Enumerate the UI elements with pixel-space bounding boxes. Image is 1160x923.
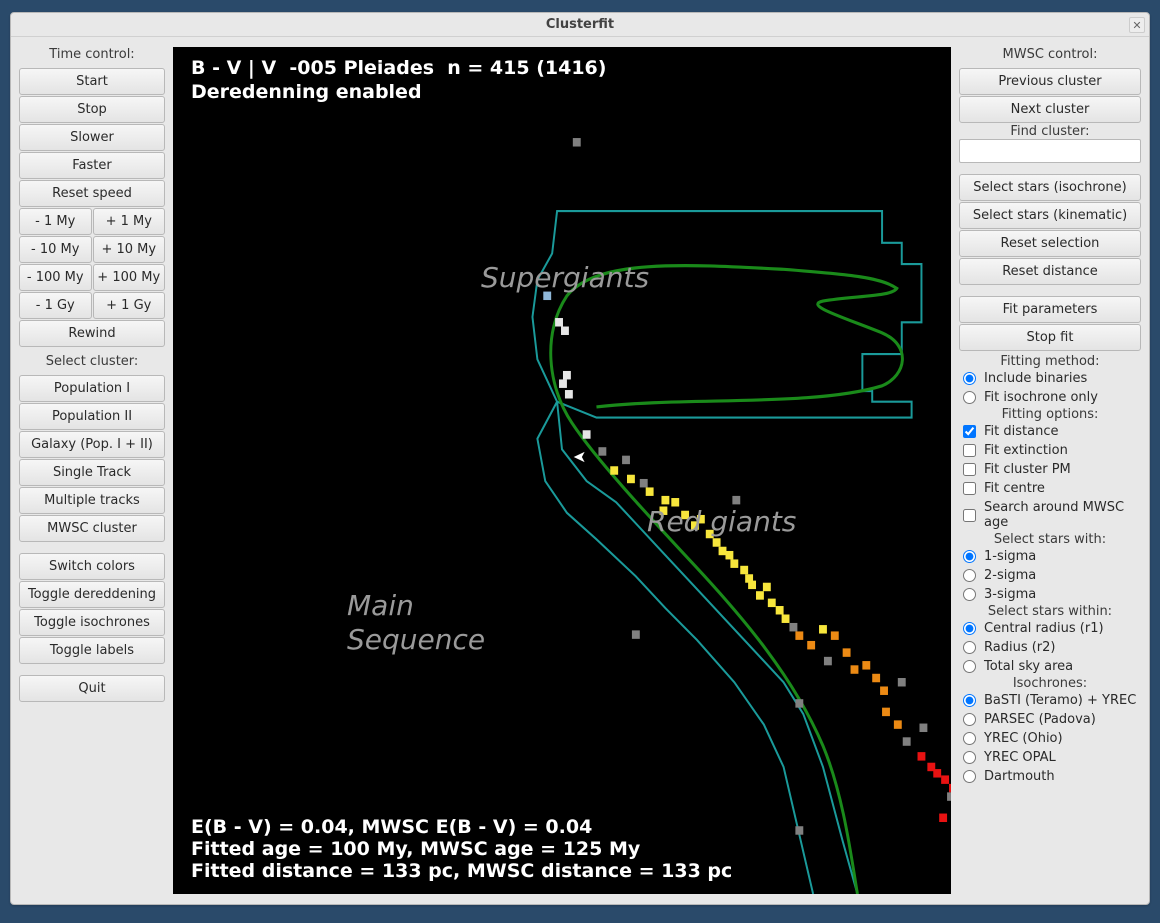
time-control-heading: Time control: — [15, 41, 169, 68]
plus-1my-button[interactable]: + 1 My — [93, 208, 166, 235]
plus-1gy-button[interactable]: + 1 Gy — [93, 292, 166, 319]
plot-footer-line3: Fitted distance = 133 pc, MWSC distance … — [191, 860, 732, 882]
single-track-button[interactable]: Single Track — [19, 459, 165, 486]
plot-footer-line1: E(B - V) = 0.04, MWSC E(B - V) = 0.04 — [191, 816, 592, 838]
fitting-options-heading: Fitting options: — [955, 407, 1145, 422]
population-ii-button[interactable]: Population II — [19, 403, 165, 430]
switch-colors-button[interactable]: Switch colors — [19, 553, 165, 580]
plus-10my-button[interactable]: + 10 My — [93, 236, 166, 263]
sigma-1-radio[interactable]: 1-sigma — [955, 547, 1145, 566]
fitting-method-heading: Fitting method: — [955, 352, 1145, 369]
dartmouth-radio[interactable]: Dartmouth — [955, 767, 1145, 786]
plot-header-line2: Deredenning enabled — [191, 81, 422, 103]
app-window: Clusterfit ✕ Time control: Start Stop Sl… — [10, 12, 1150, 905]
basti-radio[interactable]: BaSTI (Teramo) + YREC — [955, 691, 1145, 710]
start-button[interactable]: Start — [19, 68, 165, 95]
rewind-button[interactable]: Rewind — [19, 320, 165, 347]
plot-footer-line2: Fitted age = 100 My, MWSC age = 125 My — [191, 838, 640, 860]
select-stars-with-heading: Select stars with: — [955, 532, 1145, 547]
fit-centre-checkbox[interactable]: Fit centre — [955, 479, 1145, 498]
toggle-dereddening-button[interactable]: Toggle dereddening — [19, 581, 165, 608]
star-points — [543, 138, 951, 866]
anno-redgiants: Red giants — [647, 505, 796, 538]
galaxy-button[interactable]: Galaxy (Pop. I + II) — [19, 431, 165, 458]
radius-r1-radio[interactable]: Central radius (r1) — [955, 619, 1145, 638]
yrec-opal-radio[interactable]: YREC OPAL — [955, 748, 1145, 767]
minus-1my-button[interactable]: - 1 My — [19, 208, 92, 235]
plot-area[interactable]: B - V | V -005 Pleiades n = 415 (1416) D… — [173, 47, 951, 894]
select-stars-kinematic-button[interactable]: Select stars (kinematic) — [959, 202, 1141, 229]
reset-distance-button[interactable]: Reset distance — [959, 258, 1141, 285]
anno-mainseq1: Main — [347, 589, 414, 622]
sigma-3-radio[interactable]: 3-sigma — [955, 585, 1145, 604]
titlebar: Clusterfit ✕ — [11, 13, 1149, 37]
select-stars-within-heading: Select stars within: — [955, 604, 1145, 619]
find-cluster-input[interactable] — [959, 139, 1141, 163]
anno-mainseq2: Sequence — [347, 623, 485, 656]
left-panel: Time control: Start Stop Slower Faster R… — [15, 41, 169, 900]
plus-100my-button[interactable]: + 100 My — [93, 264, 166, 291]
plot-header-line1: B - V | V -005 Pleiades n = 415 (1416) — [191, 57, 606, 79]
find-cluster-heading: Find cluster: — [955, 124, 1145, 139]
isochrones-heading: Isochrones: — [955, 676, 1145, 691]
slower-button[interactable]: Slower — [19, 124, 165, 151]
sigma-2-radio[interactable]: 2-sigma — [955, 566, 1145, 585]
population-i-button[interactable]: Population I — [19, 375, 165, 402]
total-sky-radio[interactable]: Total sky area — [955, 657, 1145, 676]
window-title: Clusterfit — [546, 17, 614, 32]
minus-10my-button[interactable]: - 10 My — [19, 236, 92, 263]
close-icon: ✕ — [1132, 19, 1141, 32]
fit-extinction-checkbox[interactable]: Fit extinction — [955, 441, 1145, 460]
fit-parameters-button[interactable]: Fit parameters — [959, 296, 1141, 323]
mwsc-control-heading: MWSC control: — [955, 41, 1145, 68]
right-panel: MWSC control: Previous cluster Next clus… — [955, 41, 1145, 900]
faster-button[interactable]: Faster — [19, 152, 165, 179]
search-mwsc-age-checkbox[interactable]: Search around MWSC age — [955, 498, 1145, 532]
radius-r2-radio[interactable]: Radius (r2) — [955, 638, 1145, 657]
include-binaries-radio[interactable]: Include binaries — [955, 369, 1145, 388]
reset-speed-button[interactable]: Reset speed — [19, 180, 165, 207]
stop-fit-button[interactable]: Stop fit — [959, 324, 1141, 351]
anno-supergiants: Supergiants — [481, 261, 649, 294]
fit-isochrone-only-radio[interactable]: Fit isochrone only — [955, 388, 1145, 407]
minus-100my-button[interactable]: - 100 My — [19, 264, 92, 291]
previous-cluster-button[interactable]: Previous cluster — [959, 68, 1141, 95]
minus-1gy-button[interactable]: - 1 Gy — [19, 292, 92, 319]
toggle-isochrones-button[interactable]: Toggle isochrones — [19, 609, 165, 636]
quit-button[interactable]: Quit — [19, 675, 165, 702]
next-cluster-button[interactable]: Next cluster — [959, 96, 1141, 123]
select-stars-isochrone-button[interactable]: Select stars (isochrone) — [959, 174, 1141, 201]
yrec-radio[interactable]: YREC (Ohio) — [955, 729, 1145, 748]
close-button[interactable]: ✕ — [1129, 17, 1145, 33]
window-body: Time control: Start Stop Slower Faster R… — [11, 37, 1149, 904]
mwsc-cluster-button[interactable]: MWSC cluster — [19, 515, 165, 542]
isochrone-path — [551, 266, 903, 894]
multiple-tracks-button[interactable]: Multiple tracks — [19, 487, 165, 514]
reset-selection-button[interactable]: Reset selection — [959, 230, 1141, 257]
stop-button[interactable]: Stop — [19, 96, 165, 123]
fit-cluster-pm-checkbox[interactable]: Fit cluster PM — [955, 460, 1145, 479]
select-cluster-heading: Select cluster: — [15, 348, 169, 375]
plot-svg — [173, 47, 951, 894]
parsec-radio[interactable]: PARSEC (Padova) — [955, 710, 1145, 729]
fit-distance-checkbox[interactable]: Fit distance — [955, 422, 1145, 441]
cursor-icon: ➤ — [573, 447, 586, 466]
toggle-labels-button[interactable]: Toggle labels — [19, 637, 165, 664]
